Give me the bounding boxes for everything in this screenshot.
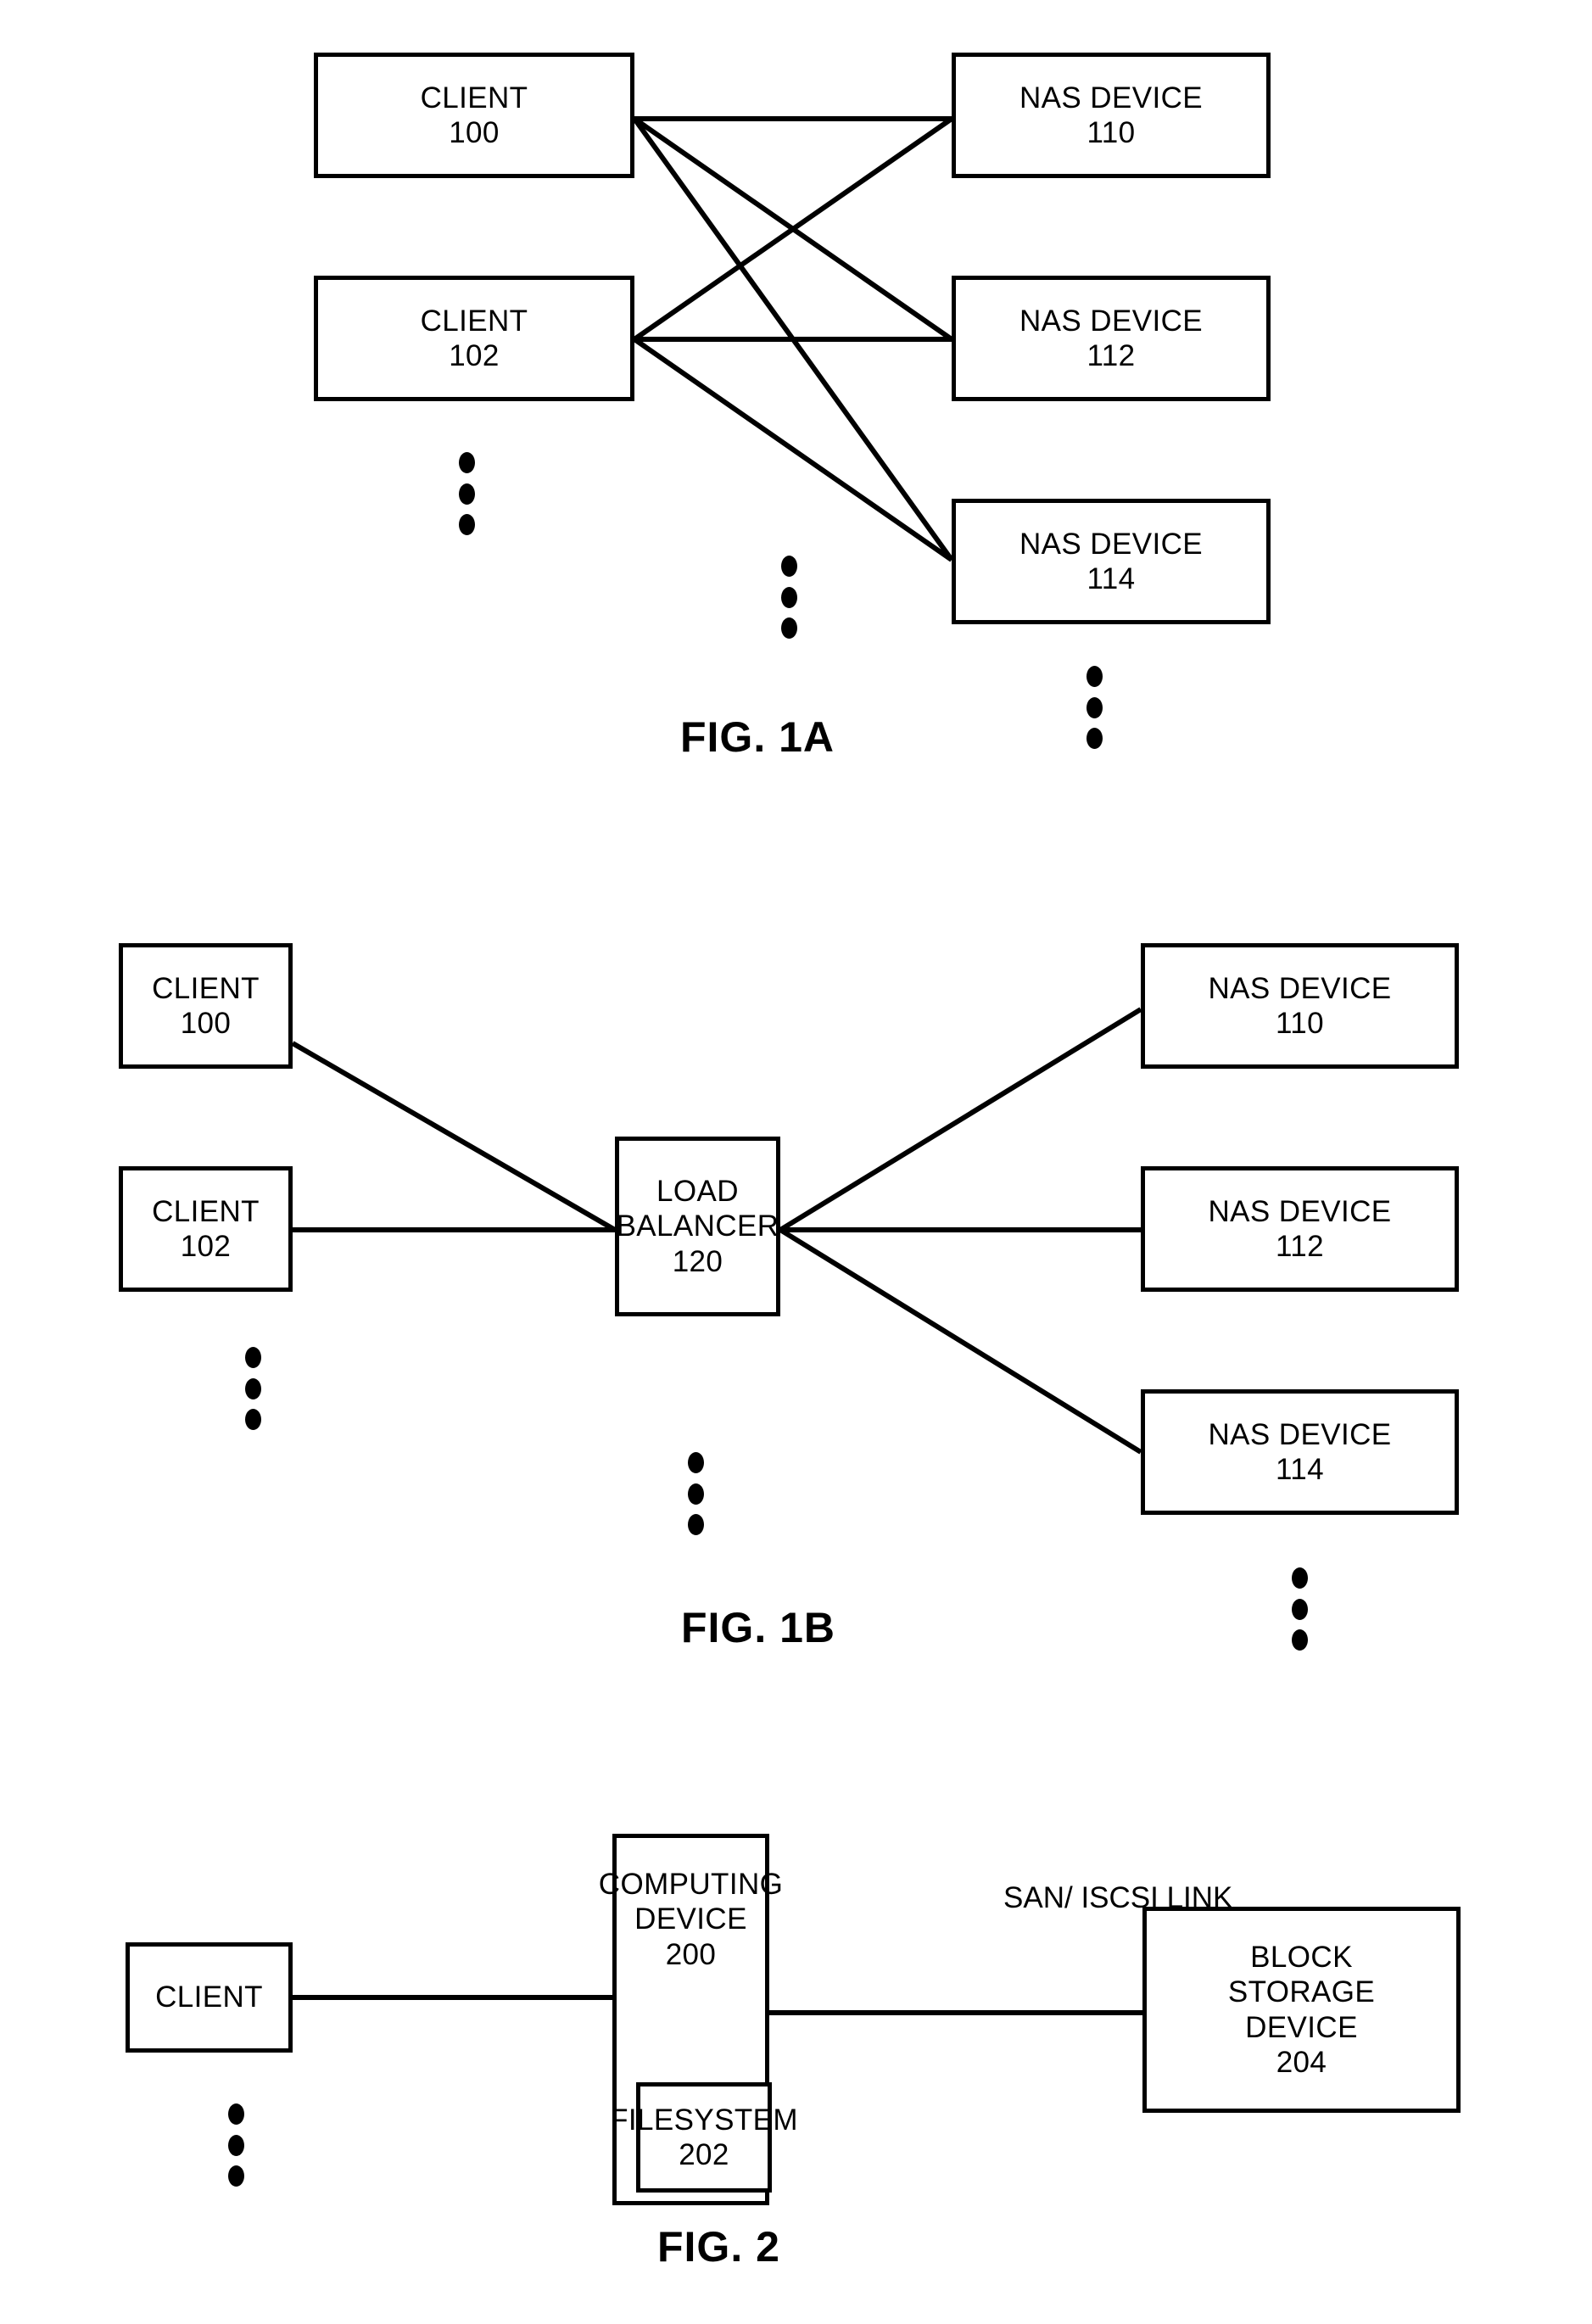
- fig1a-client-100-title: CLIENT: [420, 81, 528, 115]
- fig1b-nas-114-ref: 114: [1276, 1453, 1324, 1486]
- ellipsis-dot: [227, 2103, 244, 2125]
- fig1b-client-100-box[interactable]: CLIENT 100: [119, 943, 293, 1069]
- fig2-client-vertical-ellipsis-icon: [227, 2103, 244, 2187]
- fig1b-client-100-ref: 100: [180, 1007, 232, 1040]
- fig1b-clients-vertical-ellipsis-icon: [244, 1347, 261, 1430]
- link-client100-nas112: [633, 116, 953, 342]
- ellipsis-dot: [458, 452, 475, 473]
- fig1a-caption: FIG. 1A: [680, 713, 835, 761]
- fig1b-nas-112-title: NAS DEVICE: [1208, 1194, 1392, 1228]
- link-1b-client100-lb: [291, 1041, 617, 1232]
- fig1b-nas-112-box[interactable]: NAS DEVICE 112: [1141, 1166, 1459, 1292]
- fig1b-nas-110-box[interactable]: NAS DEVICE 110: [1141, 943, 1459, 1069]
- fig2-block-storage-device-204-box[interactable]: BLOCK STORAGE DEVICE 204: [1142, 1907, 1461, 2113]
- fig2-filesystem-ref: 202: [679, 2138, 729, 2171]
- fig1a-nas-vertical-ellipsis-icon: [1086, 666, 1103, 749]
- ellipsis-dot: [244, 1347, 261, 1368]
- fig1b-nas-110-title: NAS DEVICE: [1208, 971, 1392, 1005]
- ellipsis-dot: [458, 483, 475, 505]
- ellipsis-dot: [687, 1452, 704, 1473]
- fig1b-nas-114-title: NAS DEVICE: [1208, 1417, 1392, 1451]
- ellipsis-dot: [1291, 1629, 1308, 1651]
- ellipsis-dot: [1291, 1567, 1308, 1589]
- fig1a-middle-vertical-ellipsis-icon: [780, 556, 797, 639]
- fig1b-load-balancer-line2: BALANCER: [616, 1209, 779, 1243]
- patent-figure-sheet: CLIENT 100 CLIENT 102 NAS DEVICE 110 NAS…: [0, 0, 1592, 2324]
- fig2-filesystem-title: FILESYSTEM: [610, 2103, 798, 2137]
- fig1b-client-102-box[interactable]: CLIENT 102: [119, 1166, 293, 1292]
- fig2-computing-device-line2: DEVICE: [634, 1902, 747, 1936]
- fig1a-client-102-title: CLIENT: [420, 304, 528, 338]
- fig1b-middle-vertical-ellipsis-icon: [687, 1452, 704, 1535]
- fig1b-nas-vertical-ellipsis-icon: [1291, 1567, 1308, 1651]
- fig1a-nas-110-title: NAS DEVICE: [1019, 81, 1203, 115]
- fig1a-nas-114-box[interactable]: NAS DEVICE 114: [952, 499, 1271, 624]
- fig1a-nas-112-box[interactable]: NAS DEVICE 112: [952, 276, 1271, 401]
- fig2-link-label-line1: SAN/: [1003, 1881, 1073, 1914]
- fig1b-caption: FIG. 1B: [681, 1604, 836, 1651]
- fig1b-load-balancer-120-box[interactable]: LOAD BALANCER 120: [615, 1137, 780, 1316]
- fig2-block-storage-ref: 204: [1276, 2045, 1327, 2079]
- fig1b-load-balancer-ref: 120: [672, 1244, 723, 1278]
- fig2-block-storage-line3: DEVICE: [1245, 2010, 1358, 2044]
- fig2-block-storage-line2: STORAGE: [1227, 1975, 1376, 2009]
- link-client100-nas114: [632, 117, 954, 561]
- fig1a-nas-112-ref: 112: [1086, 339, 1136, 372]
- ellipsis-dot: [1086, 728, 1103, 749]
- ellipsis-dot: [244, 1409, 261, 1430]
- fig1a-nas-114-ref: 114: [1086, 562, 1136, 595]
- fig1a-nas-110-box[interactable]: NAS DEVICE 110: [952, 53, 1271, 178]
- link-client102-nas110: [633, 116, 953, 342]
- link-1b-lb-nas114: [779, 1227, 1142, 1455]
- ellipsis-dot: [227, 2165, 244, 2187]
- ellipsis-dot: [780, 556, 797, 577]
- ellipsis-dot: [1086, 666, 1103, 687]
- ellipsis-dot: [780, 586, 797, 608]
- fig1a-nas-112-title: NAS DEVICE: [1019, 304, 1203, 338]
- fig2-client-title: CLIENT: [155, 1980, 263, 2014]
- ellipsis-dot: [1291, 1598, 1308, 1620]
- fig2-computing-device-line1: COMPUTING: [598, 1868, 784, 1901]
- fig1a-nas-114-title: NAS DEVICE: [1019, 527, 1203, 561]
- fig1b-nas-110-ref: 110: [1276, 1007, 1324, 1040]
- link-1b-lb-nas110: [779, 1007, 1142, 1232]
- fig1b-client-100-title: CLIENT: [152, 971, 260, 1005]
- ellipsis-dot: [458, 514, 475, 535]
- fig2-caption: FIG. 2: [657, 2223, 780, 2271]
- fig1a-nas-110-ref: 110: [1086, 116, 1136, 149]
- fig2-filesystem-202-box[interactable]: FILESYSTEM 202: [610, 2082, 798, 2193]
- fig1a-client-100-ref: 100: [449, 116, 500, 149]
- fig1a-client-102-ref: 102: [449, 339, 500, 372]
- fig1b-nas-114-box[interactable]: NAS DEVICE 114: [1141, 1389, 1459, 1515]
- ellipsis-dot: [1086, 696, 1103, 718]
- ellipsis-dot: [687, 1483, 704, 1505]
- fig2-block-storage-line1: BLOCK: [1250, 1940, 1353, 1974]
- fig2-client-box[interactable]: CLIENT: [126, 1942, 293, 2053]
- fig1a-client-100-box[interactable]: CLIENT 100: [314, 53, 634, 178]
- ellipsis-dot: [780, 617, 797, 639]
- fig1b-client-102-ref: 102: [180, 1230, 232, 1263]
- fig1a-client-102-box[interactable]: CLIENT 102: [314, 276, 634, 401]
- fig2-computing-device-ref: 200: [665, 1937, 717, 1971]
- ellipsis-dot: [227, 2134, 244, 2156]
- fig1b-client-102-title: CLIENT: [152, 1194, 260, 1228]
- link-client102-nas114: [633, 337, 953, 562]
- ellipsis-dot: [244, 1377, 261, 1399]
- ellipsis-dot: [687, 1514, 704, 1535]
- fig1a-clients-vertical-ellipsis-icon: [458, 452, 475, 535]
- fig1b-nas-112-ref: 112: [1276, 1230, 1324, 1263]
- fig1b-load-balancer-line1: LOAD: [656, 1175, 739, 1209]
